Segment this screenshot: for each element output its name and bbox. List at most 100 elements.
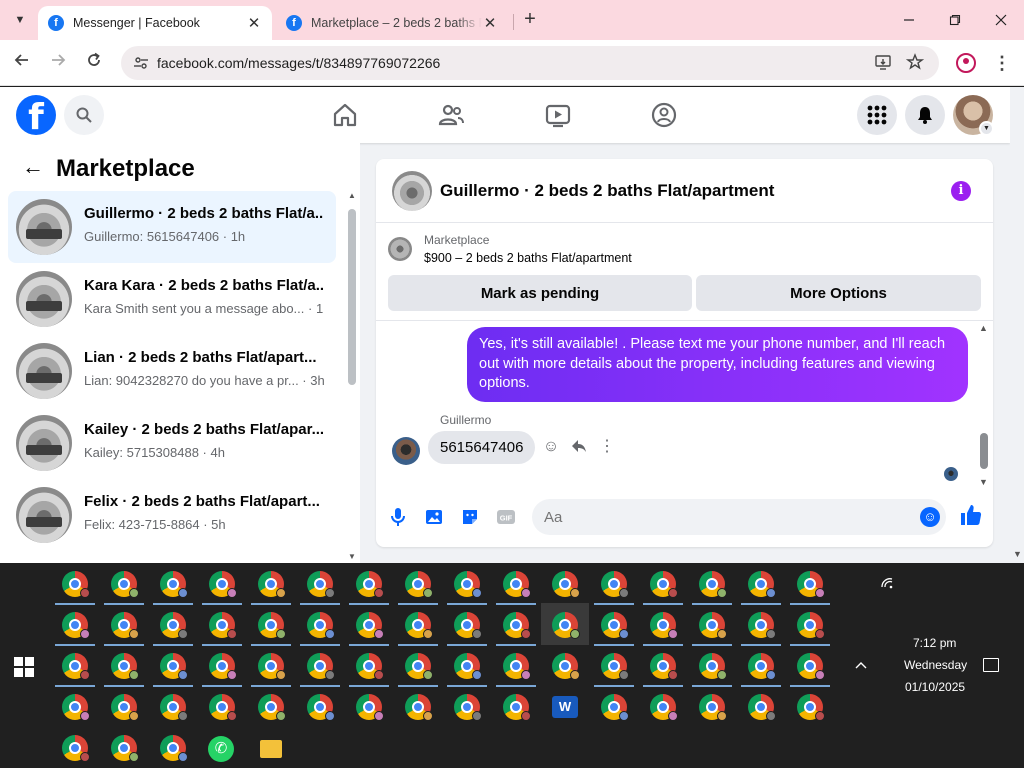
scrollbar-thumb[interactable] — [980, 433, 988, 469]
browser-shortcut-icon[interactable] — [258, 653, 286, 680]
browser-shortcut-icon[interactable] — [307, 571, 335, 598]
browser-shortcut-icon[interactable] — [209, 571, 237, 598]
browser-shortcut-icon[interactable] — [62, 735, 90, 762]
gif-icon[interactable]: GIF — [495, 507, 517, 529]
restore-icon[interactable] — [943, 8, 967, 32]
browser-shortcut-icon[interactable] — [62, 571, 90, 598]
scroll-down-icon[interactable]: ▼ — [979, 477, 988, 487]
browser-shortcut-icon[interactable] — [454, 653, 482, 680]
thread-scrollbar[interactable]: ▲ ▼ — [978, 321, 990, 489]
browser-shortcut-icon[interactable] — [601, 653, 629, 680]
clock-day[interactable]: Wednesday — [904, 658, 967, 672]
browser-shortcut-icon[interactable] — [699, 653, 727, 680]
notifications-bell-icon[interactable] — [905, 95, 945, 135]
scrollbar-thumb[interactable] — [348, 209, 356, 385]
browser-shortcut-icon[interactable] — [503, 694, 531, 721]
browser-shortcut-icon[interactable] — [405, 694, 433, 721]
reply-icon[interactable] — [569, 437, 589, 457]
browser-shortcut-icon[interactable] — [209, 612, 237, 639]
message-input[interactable] — [532, 499, 946, 535]
browser-menu-icon[interactable]: ⋮ — [992, 52, 1012, 74]
show-hidden-icons-chevron-icon[interactable] — [854, 657, 868, 673]
browser-shortcut-icon[interactable] — [503, 571, 531, 598]
tab-marketplace[interactable]: f Marketplace – 2 beds 2 baths Flat/apar… — [276, 6, 508, 40]
new-tab-icon[interactable]: + — [520, 9, 540, 30]
close-tab-icon[interactable]: ✕ — [482, 14, 498, 32]
clock-time[interactable]: 7:12 pm — [913, 636, 956, 650]
sticker-icon[interactable] — [459, 507, 481, 529]
browser-shortcut-icon[interactable] — [601, 694, 629, 721]
browser-shortcut-icon[interactable] — [650, 612, 678, 639]
browser-shortcut-icon[interactable] — [405, 571, 433, 598]
react-icon[interactable]: ☺ — [541, 437, 561, 457]
browser-shortcut-icon[interactable] — [62, 653, 90, 680]
browser-shortcut-icon[interactable] — [552, 612, 580, 639]
scroll-down-icon[interactable]: ▼ — [1013, 549, 1022, 559]
browser-shortcut-icon[interactable] — [748, 694, 776, 721]
browser-shortcut-icon[interactable] — [797, 612, 825, 639]
browser-shortcut-icon[interactable] — [307, 612, 335, 639]
word-icon[interactable]: W — [552, 696, 578, 718]
facebook-logo-icon[interactable]: f — [16, 95, 56, 135]
menu-grid-icon[interactable] — [857, 95, 897, 135]
browser-shortcut-icon[interactable] — [650, 653, 678, 680]
browser-shortcut-icon[interactable] — [111, 735, 139, 762]
browser-shortcut-icon[interactable] — [307, 694, 335, 721]
clock-date[interactable]: 01/10/2025 — [905, 680, 965, 694]
browser-shortcut-icon[interactable] — [748, 571, 776, 598]
groups-icon[interactable] — [650, 101, 678, 129]
emoji-icon[interactable]: ☺ — [920, 507, 940, 527]
browser-shortcut-icon[interactable] — [503, 653, 531, 680]
browser-shortcut-icon[interactable] — [209, 694, 237, 721]
back-arrow-icon[interactable] — [10, 51, 34, 75]
sender-avatar[interactable] — [392, 437, 420, 465]
more-actions-icon[interactable]: ⋮ — [597, 437, 617, 457]
browser-shortcut-icon[interactable] — [62, 694, 90, 721]
browser-shortcut-icon[interactable] — [258, 694, 286, 721]
browser-shortcut-icon[interactable] — [356, 653, 384, 680]
whatsapp-icon[interactable]: ✆ — [208, 736, 234, 762]
browser-shortcut-icon[interactable] — [552, 653, 580, 680]
browser-shortcut-icon[interactable] — [62, 612, 90, 639]
conversation-item[interactable]: Kara Kara · 2 beds 2 baths Flat/a... Kar… — [8, 263, 336, 335]
conversation-item[interactable]: Lian · 2 beds 2 baths Flat/apart... Lian… — [8, 335, 336, 407]
listing-thumbnail[interactable] — [388, 237, 412, 261]
home-icon[interactable] — [331, 101, 359, 129]
listing-thumbnail[interactable] — [392, 171, 432, 211]
browser-shortcut-icon[interactable] — [797, 571, 825, 598]
browser-shortcut-icon[interactable] — [797, 653, 825, 680]
browser-shortcut-icon[interactable] — [405, 653, 433, 680]
browser-shortcut-icon[interactable] — [699, 612, 727, 639]
browser-shortcut-icon[interactable] — [650, 694, 678, 721]
friends-icon[interactable] — [437, 101, 465, 129]
browser-shortcut-icon[interactable] — [454, 571, 482, 598]
profile-icon[interactable] — [956, 53, 976, 73]
address-bar[interactable]: facebook.com/messages/t/834897769072266 — [121, 46, 939, 80]
browser-shortcut-icon[interactable] — [797, 694, 825, 721]
close-tab-icon[interactable]: ✕ — [246, 14, 262, 32]
video-icon[interactable] — [544, 101, 572, 129]
browser-shortcut-icon[interactable] — [258, 571, 286, 598]
browser-shortcut-icon[interactable] — [356, 612, 384, 639]
forward-arrow-icon[interactable] — [46, 51, 70, 75]
notification-center-icon[interactable] — [983, 658, 999, 672]
browser-shortcut-icon[interactable] — [307, 653, 335, 680]
more-options-button[interactable]: More Options — [696, 275, 981, 311]
thumbs-up-icon[interactable] — [958, 503, 984, 529]
scroll-down-icon[interactable]: ▼ — [348, 552, 356, 561]
browser-shortcut-icon[interactable] — [356, 571, 384, 598]
browser-shortcut-icon[interactable] — [650, 571, 678, 598]
browser-shortcut-icon[interactable] — [503, 612, 531, 639]
close-window-icon[interactable] — [989, 8, 1013, 32]
conversation-item[interactable]: Kailey · 2 beds 2 baths Flat/apar... Kai… — [8, 407, 336, 479]
browser-shortcut-icon[interactable] — [160, 571, 188, 598]
site-info-icon[interactable] — [133, 55, 149, 71]
browser-shortcut-icon[interactable] — [454, 694, 482, 721]
info-icon[interactable]: i — [951, 181, 971, 201]
browser-shortcut-icon[interactable] — [454, 612, 482, 639]
conversation-item[interactable]: Guillermo · 2 beds 2 baths Flat/a... Gui… — [8, 191, 336, 263]
bookmark-star-icon[interactable] — [905, 53, 925, 73]
chevron-down-icon[interactable]: ▼ — [979, 121, 994, 136]
conversation-item[interactable]: Felix · 2 beds 2 baths Flat/apart... Fel… — [8, 479, 336, 551]
tab-messenger[interactable]: f Messenger | Facebook ✕ — [38, 6, 272, 40]
